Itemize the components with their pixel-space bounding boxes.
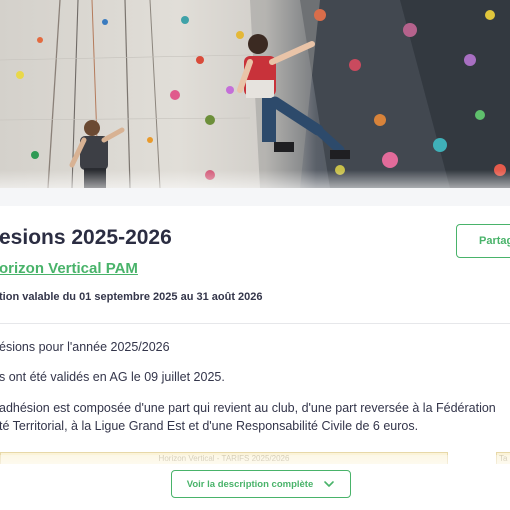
hero-photo: [0, 0, 510, 188]
chevron-down-icon: [324, 481, 335, 487]
share-button[interactable]: Partag: [456, 224, 510, 258]
divider: [0, 323, 510, 324]
description-line: té Territorial, à la Ligue Grand Est et …: [0, 419, 419, 433]
organization-link[interactable]: orizon Vertical PAM: [0, 260, 138, 277]
description-line: s ont été validés en AG le 09 juillet 20…: [0, 370, 225, 384]
climbing-wall-illustration: [0, 0, 510, 188]
validity-period: tion valable du 01 septembre 2025 au 31 …: [0, 291, 263, 303]
description-line: adhésion est composée d'une part qui rev…: [0, 401, 496, 415]
campaign-page: esions 2025-2026 orizon Vertical PAM tio…: [0, 0, 510, 510]
section-spacer: [0, 188, 510, 206]
campaign-title: esions 2025-2026: [0, 226, 172, 249]
hero-fade: [0, 170, 510, 188]
see-full-description-label: Voir la description complète: [186, 478, 314, 490]
see-full-description-button[interactable]: Voir la description complète: [171, 470, 351, 498]
share-button-label: Partag: [479, 235, 510, 247]
description-line: ésions pour l'année 2025/2026: [0, 340, 170, 354]
